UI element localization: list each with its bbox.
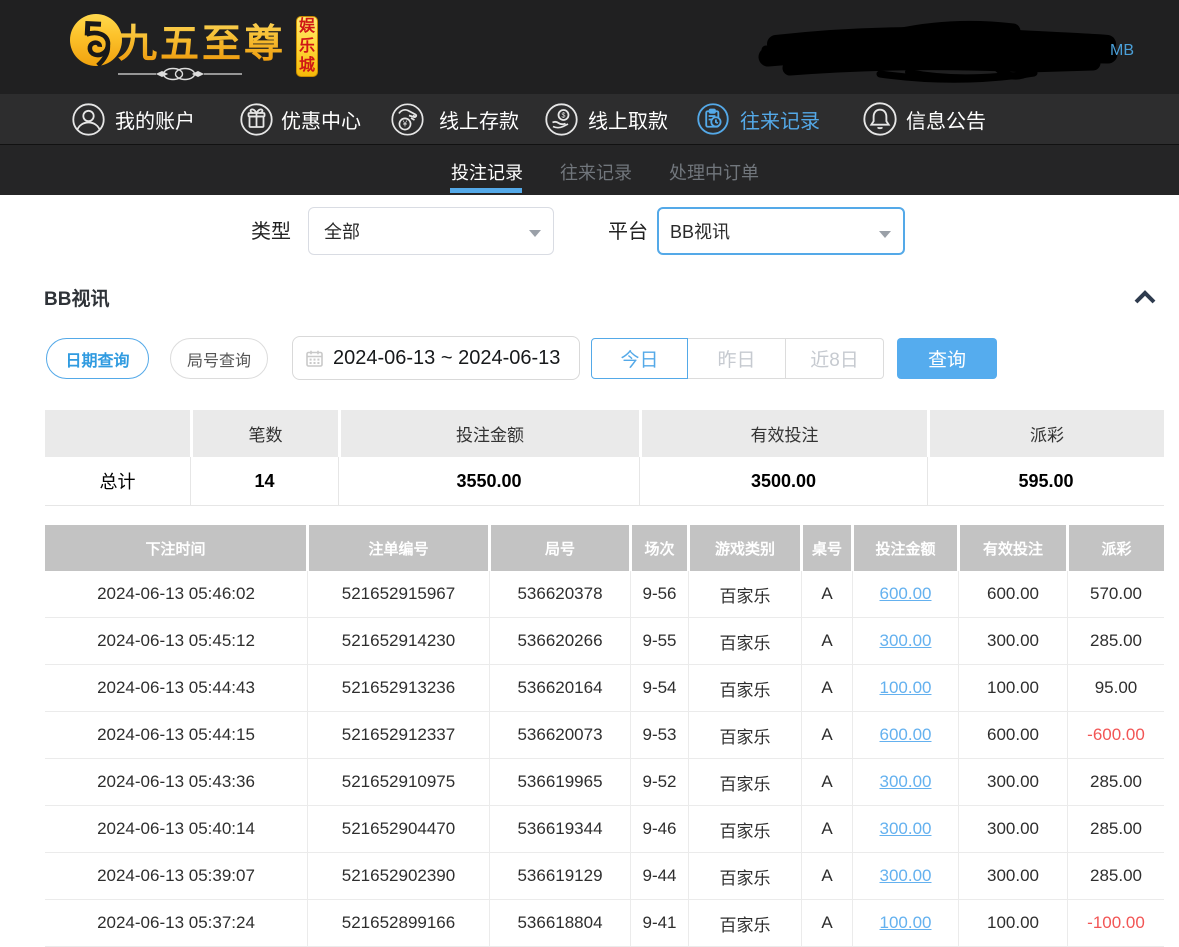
svg-text:$: $ [562, 112, 566, 119]
svg-text:¥: ¥ [402, 119, 408, 128]
